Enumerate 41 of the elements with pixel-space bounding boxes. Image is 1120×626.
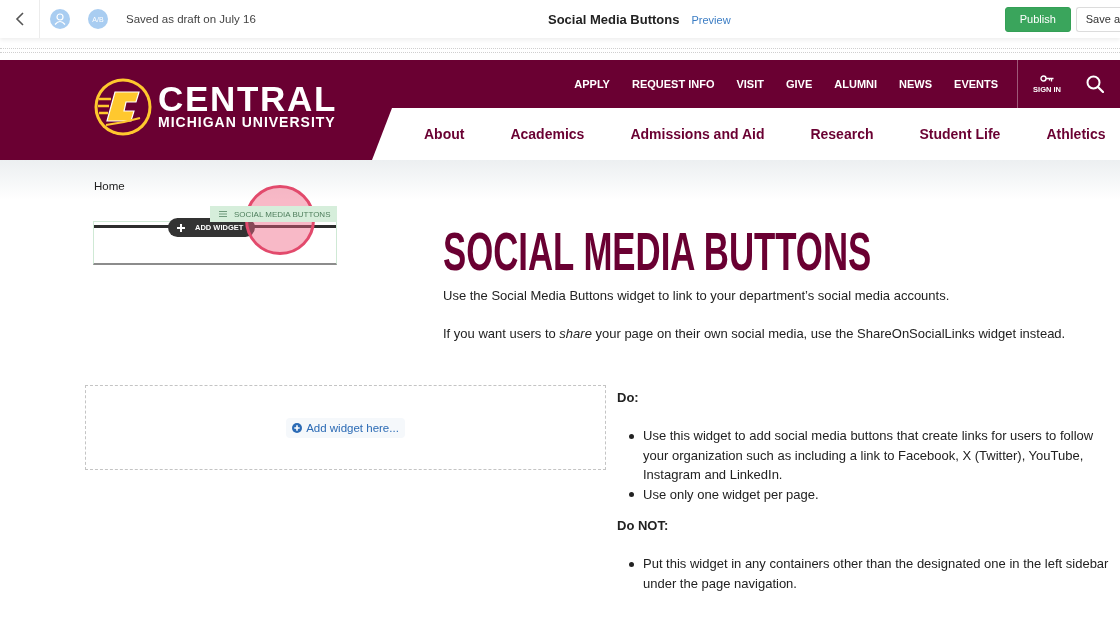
guideline-text: Use this widget to add social media buttons that create links for users to follow your organization such as including a link to Facebook, X (Twitter), YouTube, Instagram and LinkedIn. — [643, 427, 1095, 484]
logo-tagline[interactable]: MICHIGAN UNIVERSITY — [158, 114, 336, 130]
utility-nav-link[interactable]: NEWS — [899, 78, 933, 90]
bullet-icon — [629, 492, 634, 497]
utility-nav-link[interactable]: EVENTS — [954, 78, 999, 90]
page-title: SOCIAL MEDIA BUTTONS — [443, 225, 872, 278]
search-icon[interactable] — [1086, 75, 1104, 93]
plus-circle-icon — [292, 422, 303, 433]
main-nav-link[interactable]: About — [424, 126, 465, 142]
save-button[interactable]: Save a — [1075, 6, 1120, 32]
main-nav-link[interactable]: Admissions and Aid — [630, 126, 765, 142]
guideline-text: Put this widget in any containers other than the designated one in the left sidebar under the page navigation. — [643, 555, 1110, 593]
key-icon — [1040, 74, 1055, 82]
intro-paragraph: If you want users to share your page on their own social media, use the ShareOnSocialLinks widget instead. — [443, 325, 1066, 343]
save-status: Saved as draft on July 16 — [126, 13, 256, 25]
utility-nav-link[interactable]: APPLY — [574, 78, 610, 90]
main-nav-link[interactable]: Academics — [510, 126, 585, 142]
drag-handle-icon[interactable] — [219, 211, 227, 217]
breadcrumb-link[interactable]: Home — [94, 180, 125, 192]
widget-tag[interactable]: SOCIAL MEDIA BUTTONS — [210, 206, 337, 222]
utility-nav-link[interactable]: VISIT — [736, 78, 764, 90]
utility-nav-link[interactable]: GIVE — [786, 78, 813, 90]
preview-link[interactable]: Preview — [691, 13, 731, 26]
chevron-left-icon[interactable] — [15, 12, 24, 26]
c-emblem-icon[interactable] — [94, 78, 152, 136]
main-nav-link[interactable]: Student Life — [919, 126, 1001, 142]
main-nav-link[interactable]: Athletics — [1046, 126, 1106, 142]
utility-nav-link[interactable]: REQUEST INFO — [631, 78, 715, 90]
section-heading: Do NOT: — [617, 517, 670, 535]
main-nav-link[interactable]: Research — [810, 126, 874, 142]
bullet-icon — [629, 433, 634, 439]
section-heading: Do: — [617, 389, 640, 407]
guideline-text: Use only one widget per page. — [643, 485, 820, 504]
logo-wordmark[interactable]: CENTRAL — [158, 84, 338, 114]
bullet-icon — [629, 561, 634, 567]
plus-icon — [177, 223, 185, 232]
add-widget-link[interactable]: Add widget here... — [286, 417, 405, 438]
widget-tag-label: SOCIAL MEDIA BUTTONS — [234, 209, 331, 219]
utility-nav-link[interactable]: ALUMNI — [834, 78, 878, 90]
document-title: Social Media Buttons — [548, 11, 680, 27]
intro-paragraph: Use the Social Media Buttons widget to link to your department’s social media accounts. — [443, 287, 950, 305]
